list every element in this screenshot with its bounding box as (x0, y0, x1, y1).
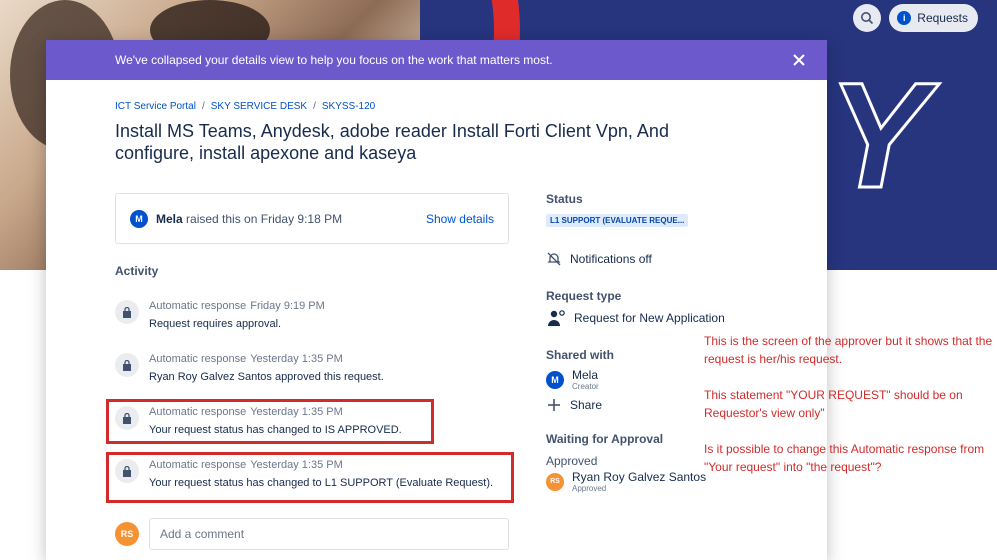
status-section: Status L1 SUPPORT (EVALUATE REQUE... (546, 192, 689, 227)
breadcrumb: ICT Service Portal / SKY SERVICE DESK / … (115, 101, 375, 112)
activity-item: Automatic response Yesterday 1:35 PM Ryan… (115, 353, 384, 383)
user-gear-icon (548, 310, 565, 326)
activity-message: Ryan Roy Galvez Santos approved this req… (149, 371, 384, 383)
hero-logo-letter: Y (826, 51, 929, 219)
request-type-label: Request type (546, 289, 622, 303)
breadcrumb-separator: / (201, 101, 205, 112)
breadcrumb-portal[interactable]: ICT Service Portal (115, 101, 196, 112)
requests-label: Requests (917, 11, 968, 25)
annotation-note: This statement "YOUR REQUEST" should be … (704, 388, 963, 420)
share-button[interactable]: Share (546, 397, 614, 413)
raised-name: Mela (156, 211, 183, 226)
avatar: RS (115, 522, 139, 546)
share-label: Share (570, 398, 603, 412)
lock-icon (115, 353, 139, 377)
info-icon: i (897, 11, 912, 25)
plus-icon (548, 399, 560, 411)
comment-input[interactable]: Add a comment (149, 518, 509, 550)
annotation-note: This is the screen of the approver but i… (704, 334, 993, 366)
approved-label: Approved (546, 454, 598, 468)
shared-user-name: Mela (572, 368, 599, 382)
notifications-label: Notifications off (570, 252, 652, 266)
close-button[interactable] (789, 50, 809, 70)
waiting-approval-label: Waiting for Approval (546, 432, 664, 446)
breadcrumb-separator: / (313, 101, 316, 112)
highlight-box (106, 452, 514, 503)
avatar: M (130, 209, 148, 228)
requests-button[interactable]: i Requests (889, 4, 978, 32)
raised-text: Mela raised this on Friday 9:18 PM (156, 212, 342, 226)
activity-time: Yesterday 1:35 PM (250, 353, 343, 365)
bell-off-icon (547, 252, 561, 266)
activity-message: Request requires approval. (149, 318, 282, 330)
approval-section: Waiting for Approval Approved RS Ryan Ro… (546, 432, 706, 493)
activity-author: Automatic response (149, 353, 247, 365)
approver-status: Approved (572, 484, 607, 493)
activity-author: Automatic response (149, 300, 247, 312)
breadcrumb-desk[interactable]: SKY SERVICE DESK (211, 101, 307, 112)
show-details-link[interactable]: Show details (426, 212, 494, 226)
comment-row: RS Add a comment (115, 518, 509, 550)
highlight-box (106, 399, 434, 444)
request-type-section: Request type Request for New Application (546, 289, 725, 327)
info-banner: We've collapsed your details view to hel… (46, 40, 827, 80)
status-badge[interactable]: L1 SUPPORT (EVALUATE REQUE... (546, 214, 689, 227)
activity-time: Friday 9:19 PM (250, 300, 325, 312)
top-actions: i Requests (853, 4, 978, 32)
raised-detail: raised this on Friday 9:18 PM (186, 211, 343, 226)
close-icon (793, 54, 805, 66)
notifications-toggle[interactable]: Notifications off (546, 251, 652, 267)
avatar: M (546, 370, 564, 389)
page-title: Install MS Teams, Anydesk, adobe reader … (115, 121, 669, 163)
search-button[interactable] (853, 4, 882, 32)
raised-by-box: M Mela raised this on Friday 9:18 PM Sho… (115, 193, 509, 244)
status-label: Status (546, 192, 583, 206)
activity-heading: Activity (115, 264, 159, 278)
avatar: RS (546, 472, 564, 491)
breadcrumb-issue[interactable]: SKYSS-120 (322, 101, 375, 112)
search-icon (861, 12, 874, 25)
request-type-value: Request for New Application (574, 311, 725, 325)
annotation-note: Is it possible to change this Automatic … (704, 442, 985, 474)
shared-with-section: Shared with M Mela Creator Share (546, 348, 614, 413)
banner-text: We've collapsed your details view to hel… (115, 53, 553, 67)
shared-user-role: Creator (572, 382, 599, 391)
shared-with-label: Shared with (546, 348, 615, 362)
activity-item: Automatic response Friday 9:19 PM Request… (115, 300, 325, 330)
approver-name: Ryan Roy Galvez Santos (572, 470, 707, 484)
lock-icon (115, 300, 139, 324)
